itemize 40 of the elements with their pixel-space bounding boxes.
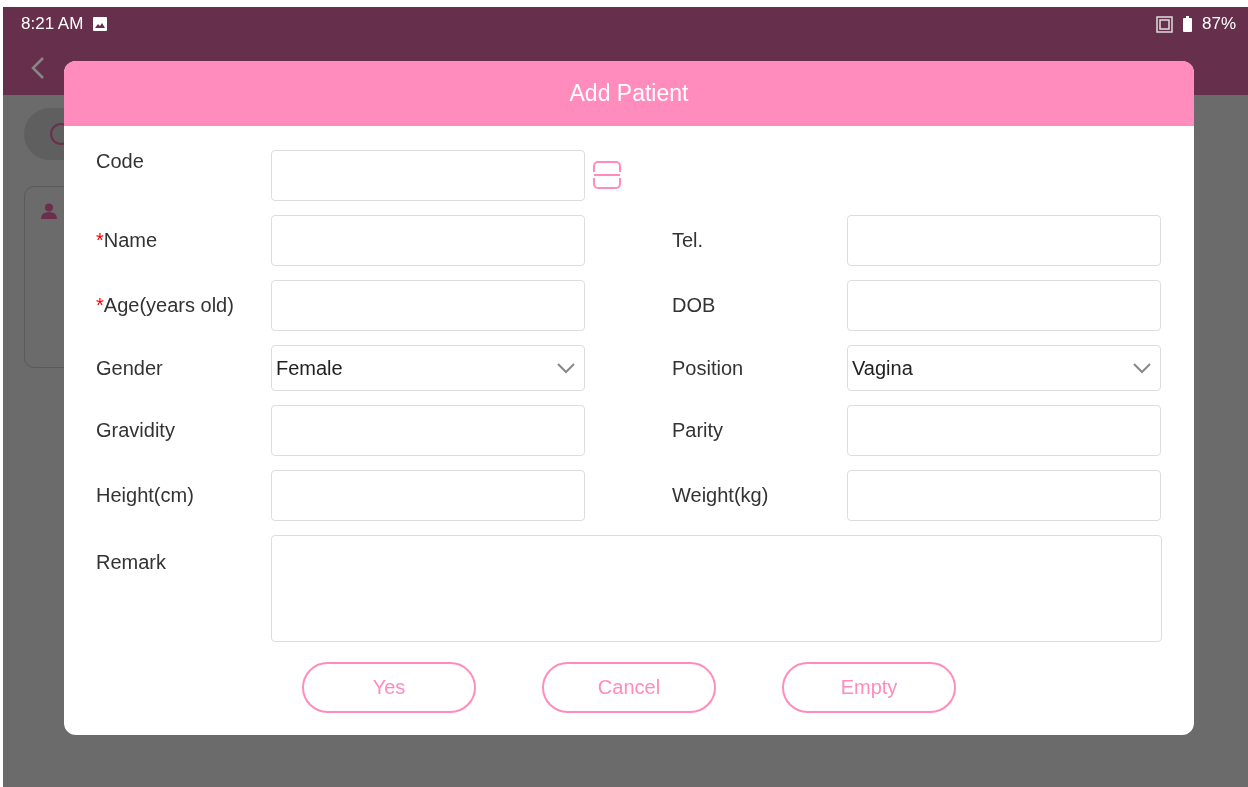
field-label: Code bbox=[96, 150, 144, 172]
input-field[interactable] bbox=[271, 150, 585, 201]
field-label: Height(cm) bbox=[96, 484, 194, 506]
dropdown[interactable]: Female bbox=[271, 345, 585, 391]
nfc-icon bbox=[1155, 15, 1173, 33]
input-field[interactable] bbox=[847, 470, 1161, 521]
image-icon bbox=[93, 17, 108, 31]
field-label: Gravidity bbox=[96, 419, 175, 441]
chevron-down-icon bbox=[556, 362, 576, 374]
clock: 8:21 AM bbox=[21, 14, 84, 34]
back-icon[interactable] bbox=[31, 56, 45, 80]
dialog-button[interactable]: Empty bbox=[782, 662, 956, 713]
scan-icon[interactable] bbox=[592, 160, 622, 190]
battery-icon bbox=[1182, 16, 1192, 32]
field-label: DOB bbox=[672, 294, 716, 316]
dialog-button[interactable]: Cancel bbox=[542, 662, 716, 713]
input-field[interactable] bbox=[271, 280, 585, 331]
field-label: Remark bbox=[96, 551, 166, 573]
battery-level: 87% bbox=[1201, 14, 1236, 34]
chevron-down-icon bbox=[1132, 362, 1152, 374]
field-label: Tel. bbox=[672, 229, 704, 251]
dialog-title: Add Patient bbox=[64, 61, 1194, 126]
field-label: Gender bbox=[96, 356, 163, 379]
person-icon bbox=[41, 203, 57, 219]
input-field[interactable] bbox=[847, 405, 1161, 456]
input-field[interactable] bbox=[847, 280, 1161, 331]
required-mark: * bbox=[96, 229, 104, 251]
field-label: Name bbox=[103, 229, 158, 251]
input-field[interactable] bbox=[271, 535, 1162, 642]
input-field[interactable] bbox=[271, 405, 585, 456]
field-label: Age(years old) bbox=[103, 294, 234, 316]
input-field[interactable] bbox=[847, 215, 1161, 266]
input-field[interactable] bbox=[271, 470, 585, 521]
input-field[interactable] bbox=[271, 215, 585, 266]
dropdown[interactable]: Vagina bbox=[847, 345, 1161, 391]
field-label: Parity bbox=[672, 419, 724, 441]
field-label: Position bbox=[672, 356, 744, 379]
required-mark: * bbox=[96, 294, 104, 316]
dialog-button[interactable]: Yes bbox=[302, 662, 476, 713]
field-label: Weight(kg) bbox=[672, 484, 769, 506]
